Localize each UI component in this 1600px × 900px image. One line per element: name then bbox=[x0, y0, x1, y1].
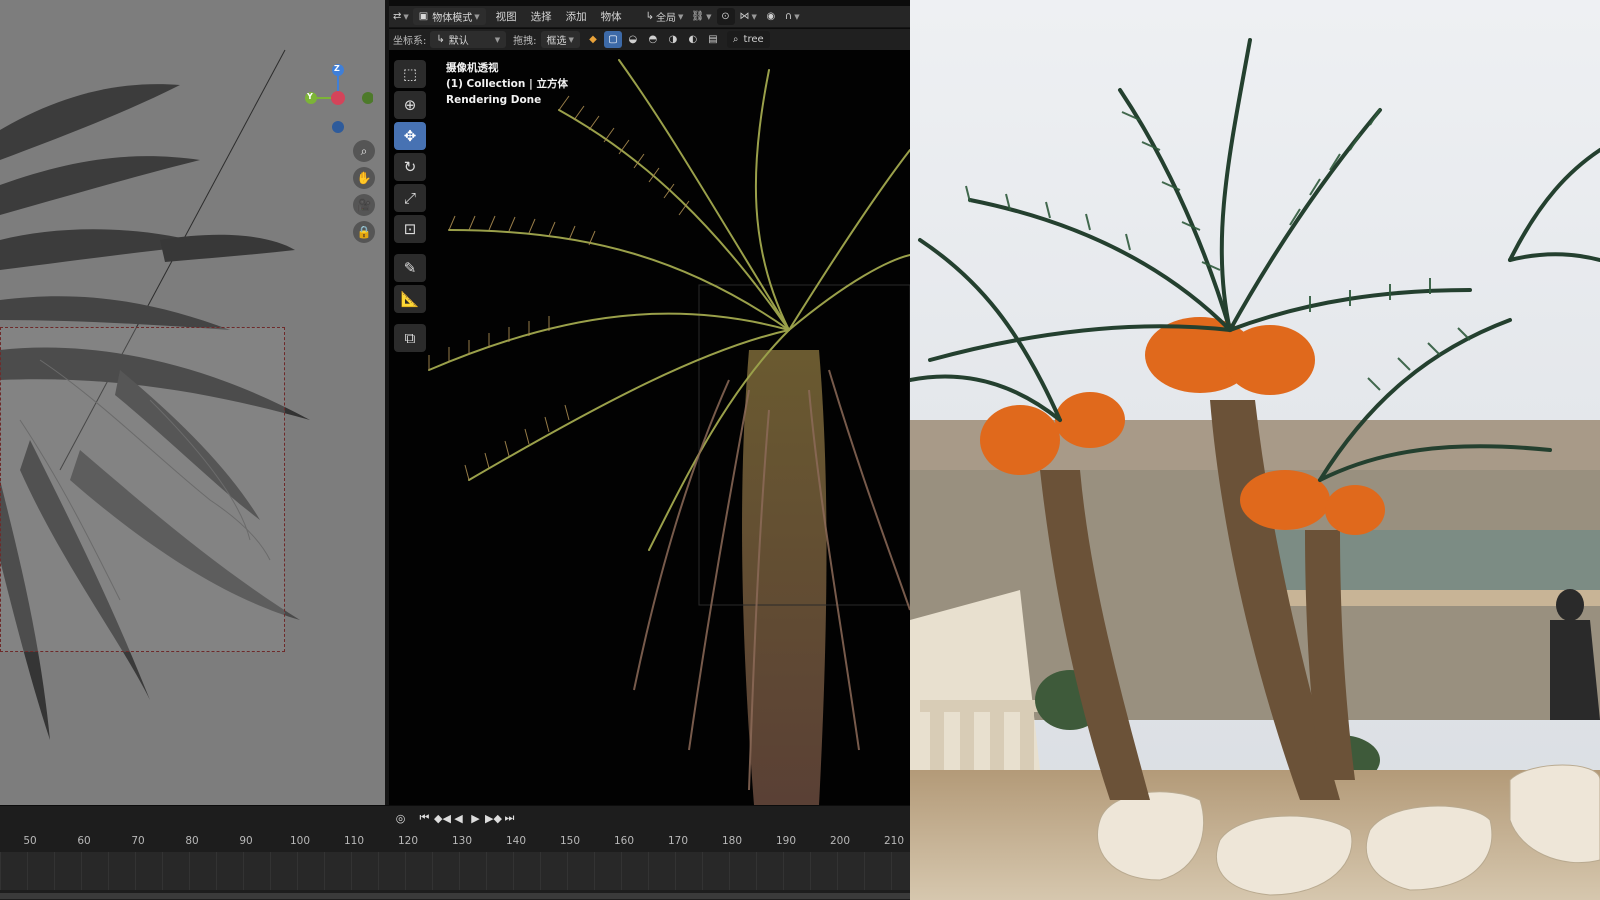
menu-select[interactable]: 选择 bbox=[524, 9, 559, 24]
frame-tick-label: 180 bbox=[721, 835, 743, 847]
viewport-info-overlay: 摄像机透视 (1) Collection | 立方体 Rendering Don… bbox=[446, 60, 568, 108]
reference-photo bbox=[910, 0, 1600, 900]
solid-viewport[interactable]: Z Y ⌕ ✋ 🎥 🔒 bbox=[0, 0, 385, 805]
collection-color-icon[interactable]: ◆ bbox=[584, 31, 602, 48]
timeline-scrollbar[interactable] bbox=[0, 893, 910, 899]
transform-scope-icon: ↳ bbox=[645, 11, 655, 22]
gizmo-z-label: Z bbox=[334, 64, 340, 73]
outliner-search-value: tree bbox=[743, 34, 764, 45]
select-mode-intersect-icon[interactable]: ◐ bbox=[684, 31, 702, 48]
drag-dropdown[interactable]: 框选 ▼ bbox=[540, 31, 580, 48]
transform-scope-dropdown[interactable]: ↳ 全局 ▼ bbox=[643, 8, 687, 25]
camera-icon[interactable]: 🎥 bbox=[353, 194, 375, 216]
view-name: 摄像机透视 bbox=[446, 62, 499, 74]
prev-keyframe-icon[interactable]: ◆◀ bbox=[434, 812, 451, 825]
date-palm-photo bbox=[910, 0, 1600, 900]
mode-dropdown[interactable]: ▣ 物体模式 ▼ bbox=[412, 8, 486, 25]
next-keyframe-icon[interactable]: ▶◆ bbox=[485, 812, 502, 825]
zoom-icon[interactable]: ⌕ bbox=[353, 140, 375, 162]
menu-view[interactable]: 视图 bbox=[489, 9, 524, 24]
mode-label: 物体模式 bbox=[432, 13, 473, 24]
hand-pan-icon[interactable]: ✋ bbox=[353, 167, 375, 189]
playback-controls: ◎ ⏮ ◆◀ ◀ ▶ ▶◆ ⏭ bbox=[0, 806, 910, 830]
navigation-gizmo[interactable]: Z Y bbox=[293, 58, 374, 138]
orientation-value: 默认 bbox=[448, 36, 469, 47]
main-viewport-header: ⇄ ▼ ▣ 物体模式 ▼ 视图 选择 添加 物体 ↳ 全局 ▼ ⛓ ▼ ⊙ ⋈ ▼ ◉ ∩… bbox=[389, 6, 910, 28]
frame-ruler[interactable]: 50 60 70 80 90 100 110 120 130 140 150 160 170 180 190… bbox=[0, 832, 910, 852]
frame-tick-label: 140 bbox=[505, 835, 527, 847]
editor-type-icon[interactable]: ⇄ ▼ bbox=[390, 8, 412, 25]
frame-tick-label: 170 bbox=[667, 835, 689, 847]
transform-icon[interactable]: ⊡ bbox=[394, 215, 426, 243]
select-mode-new-icon[interactable]: ▢ bbox=[603, 31, 622, 48]
annotate-icon[interactable]: ✎ bbox=[394, 254, 426, 282]
frame-tick-label: 150 bbox=[559, 835, 581, 847]
pivot-link-icon[interactable]: ⛓ ▼ bbox=[688, 8, 714, 25]
select-box-icon[interactable]: ⬚ bbox=[394, 60, 426, 88]
frame-tick-label: 100 bbox=[289, 835, 311, 847]
frame-tick-label: 70 bbox=[131, 835, 145, 847]
measure-icon[interactable]: 📐 bbox=[394, 285, 426, 313]
rendered-viewport[interactable] bbox=[389, 50, 910, 805]
frame-tick-label: 200 bbox=[829, 835, 851, 847]
frame-tick-label: 210 bbox=[883, 835, 905, 847]
menu-add[interactable]: 添加 bbox=[559, 9, 594, 24]
select-mode-invert-icon[interactable]: ◑ bbox=[664, 31, 682, 48]
object-mode-icon: ▣ bbox=[418, 11, 429, 22]
search-icon: ⌕ bbox=[732, 34, 739, 45]
snap-toggle-icon[interactable]: ⊙ bbox=[716, 8, 735, 25]
falloff-curve-icon[interactable]: ∩ ▼ bbox=[782, 8, 803, 25]
move-icon[interactable]: ✥ bbox=[394, 122, 426, 150]
proportional-icon[interactable]: ◉ bbox=[762, 8, 780, 25]
drag-label: 拖拽: bbox=[513, 36, 537, 47]
main-tool-settings-bar: 坐标系: ↳ 默认 ▼ 拖拽: 框选 ▼ ◆ ▢ ◒ ◓ ◑ ◐ ▤ ⌕ tree bbox=[389, 29, 910, 51]
drag-value: 框选 bbox=[546, 36, 567, 47]
axis-icon: ↳ bbox=[436, 34, 445, 45]
outliner-search-input[interactable]: ⌕ tree bbox=[726, 31, 770, 48]
rotate-icon[interactable]: ↻ bbox=[394, 153, 426, 181]
frame-tick-label: 120 bbox=[397, 835, 419, 847]
record-icon[interactable]: ◎ bbox=[393, 812, 408, 825]
cursor-icon[interactable]: ⊕ bbox=[394, 91, 426, 119]
timeline-track[interactable] bbox=[0, 852, 910, 890]
menu-object[interactable]: 物体 bbox=[594, 9, 629, 24]
transform-scope-label: 全局 bbox=[656, 13, 677, 24]
axis-gizmo bbox=[305, 64, 374, 133]
rendered-palm-tree bbox=[389, 50, 910, 805]
gizmo-y-label: Y bbox=[307, 92, 313, 101]
render-status: Rendering Done bbox=[446, 94, 542, 106]
play-reverse-icon[interactable]: ◀ bbox=[451, 812, 466, 825]
camera-frame bbox=[0, 327, 285, 652]
jump-start-icon[interactable]: ⏮ bbox=[417, 811, 432, 825]
scale-icon[interactable]: ⤢ bbox=[394, 184, 426, 212]
frame-tick-label: 90 bbox=[239, 835, 253, 847]
collection-line: (1) Collection | 立方体 bbox=[446, 78, 568, 90]
select-mode-subtract-icon[interactable]: ◓ bbox=[644, 31, 662, 48]
play-icon[interactable]: ▶ bbox=[468, 812, 483, 825]
orientation-label: 坐标系: bbox=[393, 36, 427, 47]
frame-tick-label: 80 bbox=[185, 835, 199, 847]
lock-icon[interactable]: 🔒 bbox=[353, 221, 375, 243]
snap-type-icon[interactable]: ⋈ ▼ bbox=[737, 8, 760, 25]
orientation-dropdown[interactable]: ↳ 默认 ▼ bbox=[430, 31, 507, 48]
frame-tick-label: 60 bbox=[77, 835, 91, 847]
jump-end-icon[interactable]: ⏭ bbox=[502, 811, 517, 825]
frame-tick-label: 190 bbox=[775, 835, 797, 847]
frame-tick-label: 110 bbox=[343, 835, 365, 847]
select-mode-extend-icon[interactable]: ◒ bbox=[624, 31, 642, 48]
select-mode-extra-icon[interactable]: ▤ bbox=[704, 31, 722, 48]
frame-tick-label: 160 bbox=[613, 835, 635, 847]
timeline-editor[interactable]: ◎ ⏮ ◆◀ ◀ ▶ ▶◆ ⏭ 50 60 70 80 90 100 110 120 130 14… bbox=[0, 805, 910, 900]
frame-tick-label: 130 bbox=[451, 835, 473, 847]
toolbar: ⬚ ⊕ ✥ ↻ ⤢ ⊡ ✎ 📐 ⧉ bbox=[394, 60, 428, 355]
add-cube-icon[interactable]: ⧉ bbox=[394, 324, 426, 352]
frame-tick-label: 50 bbox=[23, 835, 37, 847]
